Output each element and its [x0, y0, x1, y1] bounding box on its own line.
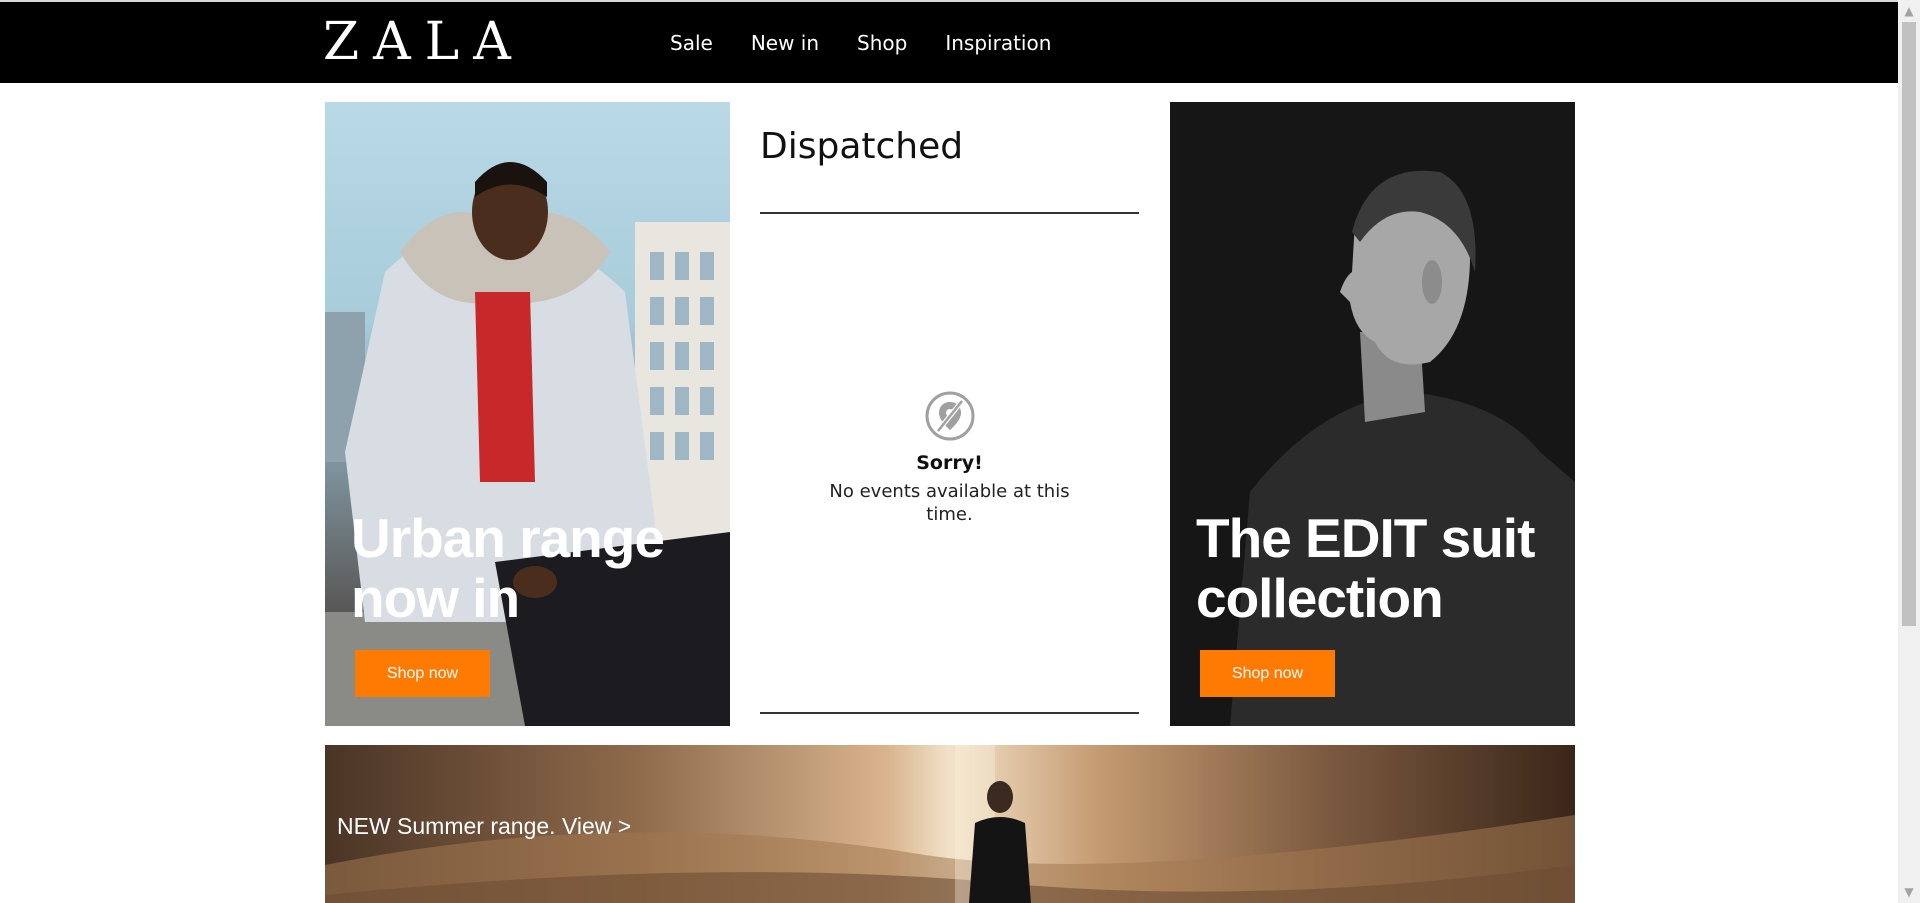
- scroll-up-arrow-icon[interactable]: ▲: [1898, 0, 1920, 22]
- promo-edit-suit-title-line2: collection: [1196, 567, 1444, 629]
- site-logo[interactable]: ZALA: [323, 16, 525, 68]
- promo-edit-suit-title: The EDIT suit collection: [1196, 507, 1535, 629]
- promo-urban-range-title: Urban range now in: [351, 507, 665, 629]
- empty-state-title: Sorry!: [916, 452, 983, 474]
- shop-now-urban-button[interactable]: Shop now: [355, 650, 490, 697]
- empty-state-text: No events available at this time.: [829, 481, 1070, 525]
- nav-item-inspiration[interactable]: Inspiration: [945, 31, 1051, 55]
- scroll-down-arrow-icon[interactable]: ▼: [1898, 881, 1920, 903]
- promo-edit-suit-image: [1230, 170, 1575, 726]
- feed-title: Dispatched: [760, 126, 964, 167]
- summer-range-banner[interactable]: NEW Summer range. View >: [325, 745, 1575, 903]
- dispatched-feed: Dispatched Sorry! No events available at…: [760, 102, 1139, 714]
- promo-edit-suit[interactable]: The EDIT suit collection Shop now: [1170, 102, 1575, 726]
- feed-divider-bottom: [760, 712, 1139, 714]
- main-nav: Sale New in Shop Inspiration: [670, 2, 1051, 83]
- promo-edit-suit-title-line1: The EDIT suit: [1196, 507, 1535, 569]
- promo-urban-range-title-line1: Urban range: [351, 507, 665, 569]
- page-scrollbar[interactable]: ▲ ▼: [1898, 0, 1920, 903]
- feed-divider-top: [760, 212, 1139, 214]
- promo-urban-range-image: [325, 162, 730, 726]
- summer-range-link[interactable]: NEW Summer range. View >: [337, 813, 631, 840]
- location-off-icon: [925, 391, 974, 441]
- site-header: ZALA Sale New in Shop Inspiration: [0, 2, 1898, 83]
- nav-item-new-in[interactable]: New in: [751, 31, 819, 55]
- empty-state: Sorry! No events available at this time.: [760, 390, 1139, 526]
- promo-urban-range[interactable]: Urban range now in Shop now: [325, 102, 730, 726]
- nav-item-sale[interactable]: Sale: [670, 31, 713, 55]
- shop-now-suit-button[interactable]: Shop now: [1200, 650, 1335, 697]
- promo-urban-range-title-line2: now in: [351, 567, 520, 629]
- scrollbar-thumb[interactable]: [1902, 22, 1916, 626]
- nav-item-shop[interactable]: Shop: [857, 31, 907, 55]
